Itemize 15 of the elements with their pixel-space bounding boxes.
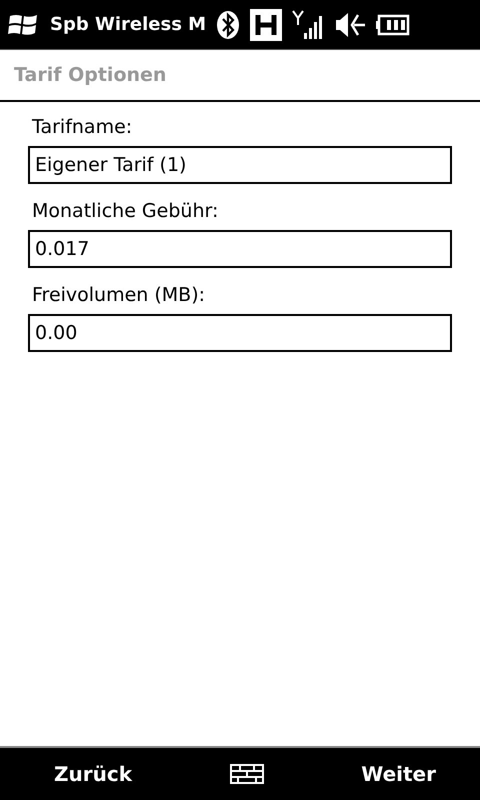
field-label: Monatliche Gebühr: [31,199,220,224]
signal-icon[interactable] [292,8,324,40]
field-label: Tarifname: [31,115,134,140]
input-field[interactable]: 0.017 [28,230,452,268]
input-field[interactable]: 0.00 [28,314,452,352]
next-softkey[interactable]: Weiter [357,758,440,790]
page-title: Tarif Optionen [14,64,166,86]
back-softkey[interactable]: Zurück [50,758,136,790]
h-network-icon[interactable] [250,8,282,40]
input-field[interactable]: Eigener Tarif (1) [28,146,452,184]
bluetooth-icon[interactable] [216,10,240,40]
battery-icon[interactable] [376,14,410,36]
field-label: Freivolumen (MB): [31,283,206,308]
keyboard-icon[interactable] [230,764,264,784]
app-title: Spb Wireless M [50,14,206,35]
